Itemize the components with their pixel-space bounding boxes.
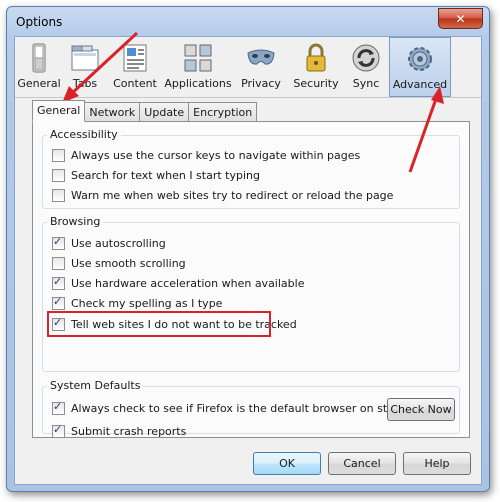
smooth-scrolling-option[interactable]: Use smooth scrolling (52, 257, 186, 270)
search-typing-label: Search for text when I start typing (71, 169, 260, 182)
content-page-icon (123, 44, 147, 72)
tab-update[interactable]: Update (139, 102, 190, 121)
search-typing-option[interactable]: Search for text when I start typing (52, 169, 260, 182)
crash-reports-label: Submit crash reports (71, 425, 187, 438)
check-now-button[interactable]: Check Now (387, 398, 455, 421)
cursor-keys-label: Always use the cursor keys to navigate w… (71, 149, 361, 162)
options-window: Options ✕ General Tabs Content Applicati… (6, 6, 490, 492)
tabs-window-icon (71, 45, 99, 71)
browsing-group-label: Browsing (47, 215, 104, 228)
general-switch-icon (32, 43, 46, 73)
title-bar[interactable]: Options ✕ (7, 7, 489, 37)
pane-applications[interactable]: Applications (163, 37, 233, 97)
default-browser-check-label: Always check to see if Firefox is the de… (71, 402, 417, 415)
privacy-mask-icon (247, 49, 275, 65)
window-title: Options (16, 15, 63, 29)
default-browser-check-checkbox[interactable] (52, 400, 65, 415)
spellcheck-option[interactable]: Check my spelling as I type (52, 295, 223, 310)
default-browser-check-option[interactable]: Always check to see if Firefox is the de… (52, 400, 417, 415)
security-lock-icon (306, 43, 326, 72)
smooth-scrolling-checkbox[interactable] (52, 257, 65, 270)
smooth-scrolling-label: Use smooth scrolling (71, 257, 186, 270)
warn-redirect-label: Warn me when web sites try to redirect o… (71, 189, 394, 202)
system-defaults-group-label: System Defaults (47, 379, 144, 392)
advanced-tabs: General Network Update Encryption (32, 100, 258, 122)
applications-icon (184, 44, 212, 72)
autoscrolling-label: Use autoscrolling (71, 237, 166, 250)
warn-redirect-checkbox[interactable] (52, 189, 65, 202)
close-button[interactable]: ✕ (438, 8, 483, 29)
dialog-client: General Tabs Content Applications Privac… (14, 36, 482, 485)
tab-general[interactable]: General (32, 100, 86, 122)
advanced-gear-icon (408, 47, 432, 71)
cancel-button[interactable]: Cancel (328, 452, 396, 475)
pane-toolbar: General Tabs Content Applications Privac… (15, 37, 481, 98)
hardware-acceleration-checkbox[interactable] (52, 275, 65, 290)
sync-icon (352, 44, 380, 72)
pane-security[interactable]: Security (289, 37, 343, 97)
pane-advanced[interactable]: Advanced (389, 37, 451, 97)
pane-general[interactable]: General (15, 37, 63, 97)
tab-network[interactable]: Network (84, 102, 141, 121)
crash-reports-option[interactable]: Submit crash reports (52, 423, 187, 438)
hardware-acceleration-label: Use hardware acceleration when available (71, 277, 305, 290)
pane-tabs[interactable]: Tabs (63, 37, 107, 97)
search-typing-checkbox[interactable] (52, 169, 65, 182)
cursor-keys-checkbox[interactable] (52, 149, 65, 162)
autoscrolling-checkbox[interactable] (52, 235, 65, 250)
spellcheck-label: Check my spelling as I type (71, 297, 223, 310)
annotation-highlight-box (47, 311, 271, 337)
warn-redirect-option[interactable]: Warn me when web sites try to redirect o… (52, 189, 393, 202)
ok-button[interactable]: OK (253, 452, 321, 475)
help-button[interactable]: Help (403, 452, 471, 475)
hardware-acceleration-option[interactable]: Use hardware acceleration when available (52, 275, 305, 290)
close-icon: ✕ (455, 11, 466, 26)
pane-privacy[interactable]: Privacy (233, 37, 289, 97)
autoscrolling-option[interactable]: Use autoscrolling (52, 235, 166, 250)
accessibility-group-label: Accessibility (47, 128, 121, 141)
general-tab-panel: Accessibility Always use the cursor keys… (32, 121, 470, 438)
cursor-keys-option[interactable]: Always use the cursor keys to navigate w… (52, 149, 360, 162)
pane-content[interactable]: Content (107, 37, 163, 97)
pane-sync[interactable]: Sync (343, 37, 389, 97)
crash-reports-checkbox[interactable] (52, 423, 65, 438)
tab-encryption[interactable]: Encryption (188, 102, 258, 121)
spellcheck-checkbox[interactable] (52, 295, 65, 310)
